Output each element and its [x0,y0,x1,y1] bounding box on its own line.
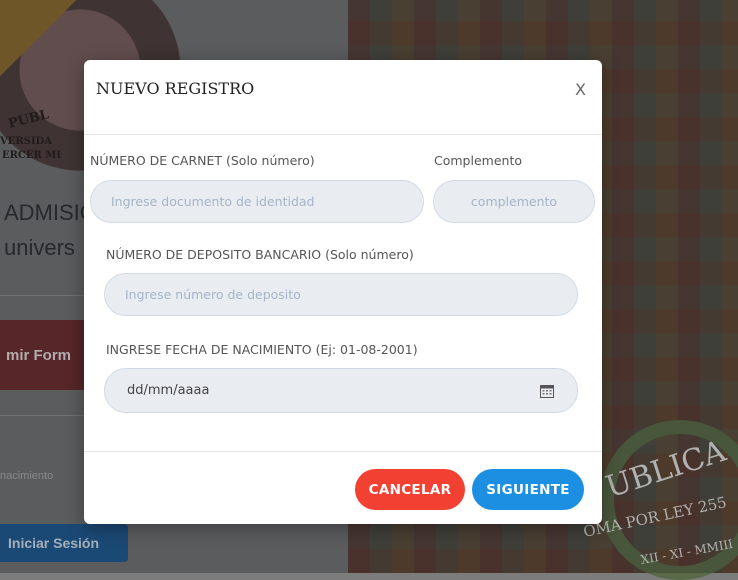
calendar-icon[interactable] [539,383,555,399]
birthdate-placeholder: dd/mm/aaaa [127,383,210,398]
fecha-label: INGRESE FECHA DE NACIMIENTO (Ej: 01-08-2… [106,342,418,357]
complemento-label: Complemento [434,153,522,168]
next-button[interactable]: SIGUIENTE [472,469,584,510]
cancel-button[interactable]: CANCELAR [355,469,465,510]
deposito-label: NÚMERO DE DEPOSITO BANCARIO (Solo número… [106,247,414,262]
registration-modal: NUEVO REGISTRO X NÚMERO DE CARNET (Solo … [84,60,602,524]
modal-header: NUEVO REGISTRO X [84,60,602,135]
complemento-input[interactable] [433,180,595,223]
modal-footer: CANCELAR SIGUIENTE [84,451,602,525]
carnet-input[interactable] [90,180,424,223]
close-icon[interactable]: X [575,80,586,99]
carnet-label: NÚMERO DE CARNET (Solo número) [90,153,315,168]
birthdate-input[interactable]: dd/mm/aaaa [104,368,578,413]
deposito-input[interactable] [104,273,578,316]
modal-title: NUEVO REGISTRO [96,79,255,98]
